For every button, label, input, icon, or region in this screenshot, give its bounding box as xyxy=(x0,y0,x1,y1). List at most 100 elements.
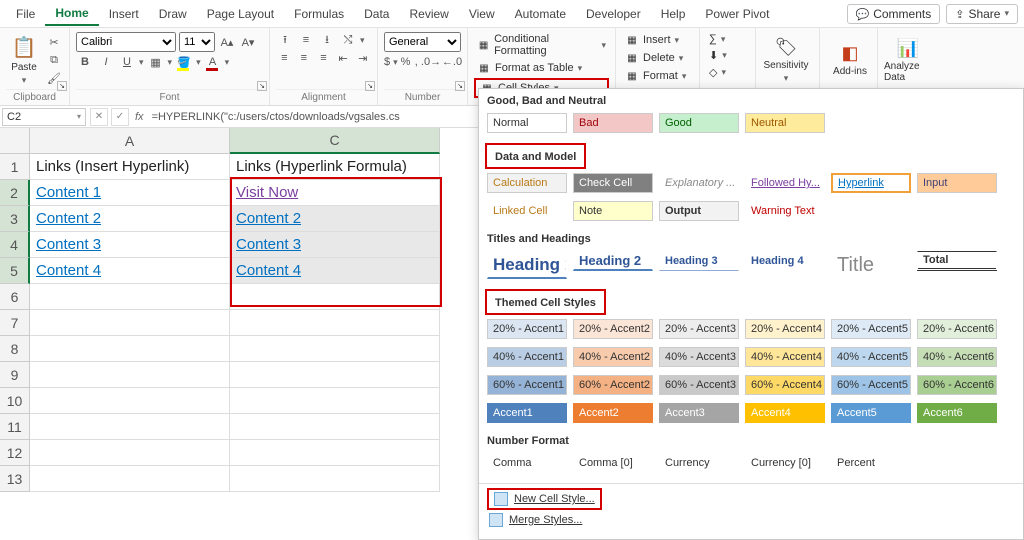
conditional-formatting-button[interactable]: ▦Conditional Formatting▾ xyxy=(474,32,609,58)
cell-C2[interactable]: Visit Now xyxy=(230,180,440,206)
underline-button[interactable]: U xyxy=(118,54,136,70)
style-heading-2[interactable]: Heading 2 xyxy=(573,251,653,271)
style-heading-3[interactable]: Heading 3 xyxy=(659,251,739,271)
cell-A2[interactable]: Content 1 xyxy=(30,180,230,206)
tab-view[interactable]: View xyxy=(459,2,505,25)
tab-file[interactable]: File xyxy=(6,2,45,25)
tab-formulas[interactable]: Formulas xyxy=(284,2,354,25)
style-accent4[interactable]: Accent4 xyxy=(745,403,825,423)
row-header-10[interactable]: 10 xyxy=(0,388,30,414)
style-accent1[interactable]: Accent1 xyxy=(487,403,567,423)
style-accent3[interactable]: Accent3 xyxy=(659,403,739,423)
style-heading-4[interactable]: Heading 4 xyxy=(745,251,825,271)
increase-decimal-button[interactable]: .0→ xyxy=(422,54,440,70)
paste-button[interactable]: 📋 Paste ▾ xyxy=(6,32,42,88)
cell-C3[interactable]: Content 2 xyxy=(230,206,440,232)
style-title[interactable]: Title xyxy=(831,251,911,279)
cell-C4[interactable]: Content 3 xyxy=(230,232,440,258)
style-60%-accent5[interactable]: 60% - Accent5 xyxy=(831,375,911,395)
style-60%-accent1[interactable]: 60% - Accent1 xyxy=(487,375,567,395)
cell-C6[interactable] xyxy=(230,284,440,310)
formula-input[interactable]: =HYPERLINK("c:/users/ctos/downloads/vgsa… xyxy=(152,111,400,123)
style-neutral[interactable]: Neutral xyxy=(745,113,825,133)
font-size-select[interactable]: 11 xyxy=(179,32,215,52)
style-comma-0[interactable]: Comma [0] xyxy=(573,453,653,473)
align-middle-button[interactable]: ≡ xyxy=(297,32,315,48)
style-total[interactable]: Total xyxy=(917,251,997,271)
style-bad[interactable]: Bad xyxy=(573,113,653,133)
insert-cells-button[interactable]: ▦Insert▾ xyxy=(622,32,693,48)
comments-button[interactable]: Comments xyxy=(847,4,941,24)
cell-A10[interactable] xyxy=(30,388,230,414)
row-header-11[interactable]: 11 xyxy=(0,414,30,440)
style-comma[interactable]: Comma xyxy=(487,453,567,473)
style-check-cell[interactable]: Check Cell xyxy=(573,173,653,193)
cell-C9[interactable] xyxy=(230,362,440,388)
row-header-5[interactable]: 5 xyxy=(0,258,30,284)
cell-A11[interactable] xyxy=(30,414,230,440)
row-header-7[interactable]: 7 xyxy=(0,310,30,336)
align-center-button[interactable]: ≡ xyxy=(296,50,313,66)
tab-help[interactable]: Help xyxy=(651,2,696,25)
italic-button[interactable]: I xyxy=(97,54,115,70)
number-dialog-launcher[interactable]: ↘ xyxy=(455,81,465,91)
cell-A13[interactable] xyxy=(30,466,230,492)
style-20%-accent6[interactable]: 20% - Accent6 xyxy=(917,319,997,339)
cell-C7[interactable] xyxy=(230,310,440,336)
col-header-C[interactable]: C xyxy=(230,128,440,154)
style-followed-hyperlink[interactable]: Followed Hy... xyxy=(745,173,825,193)
style-accent2[interactable]: Accent2 xyxy=(573,403,653,423)
style-currency[interactable]: Currency xyxy=(659,453,739,473)
style-20%-accent5[interactable]: 20% - Accent5 xyxy=(831,319,911,339)
style-40%-accent3[interactable]: 40% - Accent3 xyxy=(659,347,739,367)
style-40%-accent2[interactable]: 40% - Accent2 xyxy=(573,347,653,367)
style-60%-accent3[interactable]: 60% - Accent3 xyxy=(659,375,739,395)
style-20%-accent1[interactable]: 20% - Accent1 xyxy=(487,319,567,339)
style-percent[interactable]: Percent xyxy=(831,453,911,473)
percent-format-button[interactable]: % xyxy=(401,54,411,70)
addins-button[interactable]: ◧Add-ins xyxy=(826,32,874,88)
tab-insert[interactable]: Insert xyxy=(99,2,149,25)
style-40%-accent1[interactable]: 40% - Accent1 xyxy=(487,347,567,367)
alignment-dialog-launcher[interactable]: ↘ xyxy=(365,81,375,91)
cell-A1[interactable]: Links (Insert Hyperlink) xyxy=(30,154,230,180)
cell-C13[interactable] xyxy=(230,466,440,492)
cut-button[interactable]: ✂ xyxy=(45,34,63,50)
increase-font-button[interactable]: A▴ xyxy=(218,34,236,50)
cell-A3[interactable]: Content 2 xyxy=(30,206,230,232)
decrease-decimal-button[interactable]: ←.0 xyxy=(443,54,461,70)
row-header-8[interactable]: 8 xyxy=(0,336,30,362)
style-heading-1[interactable]: Heading 1 xyxy=(487,251,567,279)
style-20%-accent2[interactable]: 20% - Accent2 xyxy=(573,319,653,339)
style-explanatory[interactable]: Explanatory ... xyxy=(659,173,739,193)
tab-review[interactable]: Review xyxy=(399,2,458,25)
align-right-button[interactable]: ≡ xyxy=(315,50,332,66)
orientation-button[interactable]: ⤭ xyxy=(339,32,357,48)
style-40%-accent4[interactable]: 40% - Accent4 xyxy=(745,347,825,367)
indent-decrease-button[interactable]: ⇤ xyxy=(335,50,352,66)
fill-color-button[interactable]: 🪣 xyxy=(175,54,193,70)
sensitivity-button[interactable]: 🏷Sensitivity▾ xyxy=(762,32,810,88)
accounting-format-button[interactable]: $ xyxy=(384,54,390,70)
clipboard-dialog-launcher[interactable]: ↘ xyxy=(57,81,67,91)
row-header-9[interactable]: 9 xyxy=(0,362,30,388)
row-header-3[interactable]: 3 xyxy=(0,206,30,232)
cell-A7[interactable] xyxy=(30,310,230,336)
tab-draw[interactable]: Draw xyxy=(149,2,197,25)
tab-page-layout[interactable]: Page Layout xyxy=(197,2,284,25)
share-button[interactable]: Share▾ xyxy=(946,4,1018,24)
borders-button[interactable]: ▦ xyxy=(147,54,165,70)
number-format-select[interactable]: General xyxy=(384,32,461,52)
format-cells-button[interactable]: ▦Format▾ xyxy=(622,68,693,84)
style-60%-accent6[interactable]: 60% - Accent6 xyxy=(917,375,997,395)
select-all-corner[interactable] xyxy=(0,128,30,154)
cell-C11[interactable] xyxy=(230,414,440,440)
decrease-font-button[interactable]: A▾ xyxy=(239,34,257,50)
analyze-data-button[interactable]: 📊Analyze Data xyxy=(884,32,932,88)
autosum-button[interactable]: ∑▾ xyxy=(706,32,749,46)
copy-button[interactable]: ⧉ xyxy=(45,52,63,68)
style-output[interactable]: Output xyxy=(659,201,739,221)
tab-data[interactable]: Data xyxy=(354,2,399,25)
format-as-table-button[interactable]: ▦Format as Table▾ xyxy=(474,60,609,76)
style-20%-accent3[interactable]: 20% - Accent3 xyxy=(659,319,739,339)
